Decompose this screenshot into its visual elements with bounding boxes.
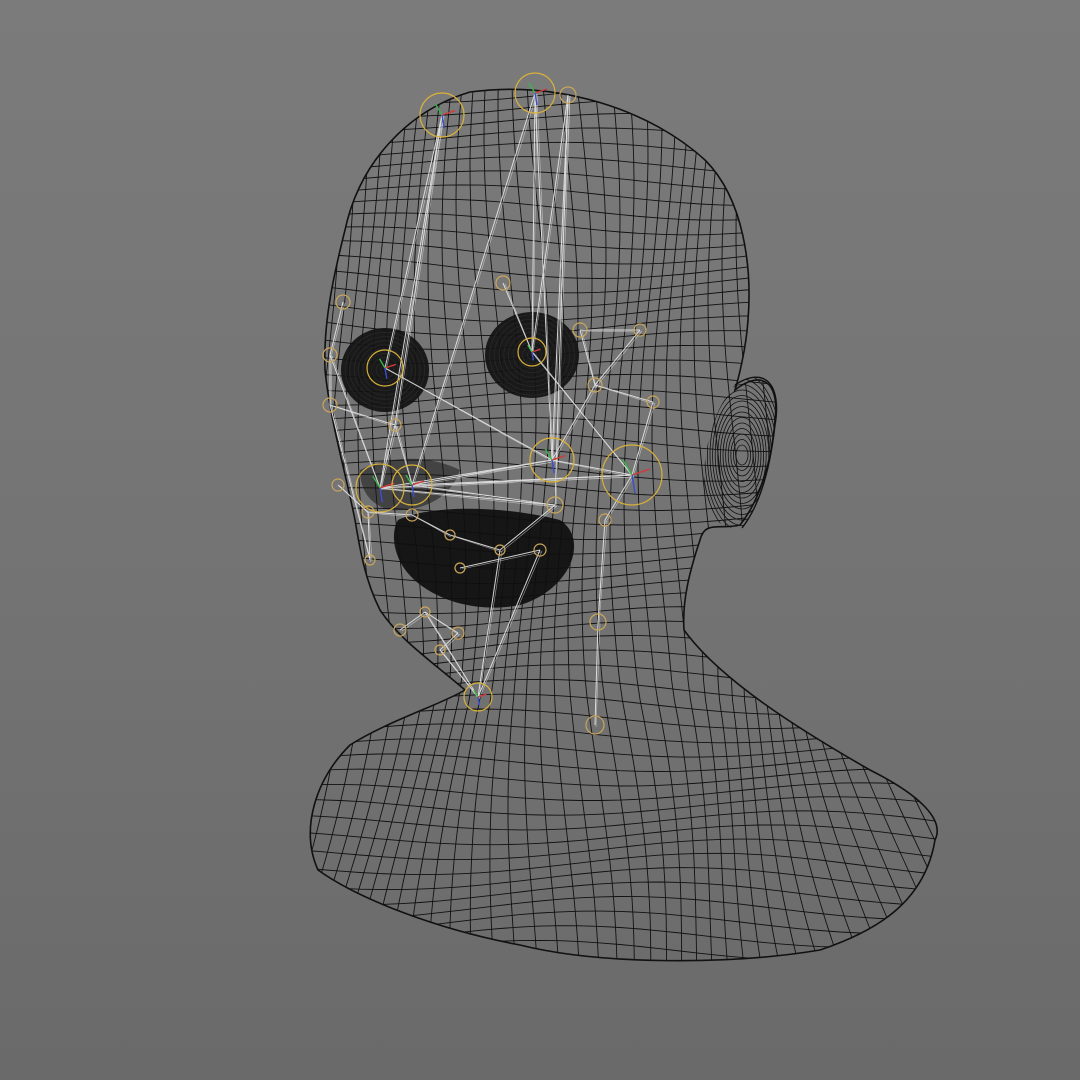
rig-bone[interactable] xyxy=(439,632,459,651)
rig-bone-edge xyxy=(412,93,538,488)
mesh-edge-column xyxy=(651,89,698,961)
mesh-edge-row xyxy=(310,156,938,177)
mesh-edge-row xyxy=(310,768,938,787)
mesh-edge-row xyxy=(310,89,938,104)
mesh-edge-row xyxy=(310,141,938,162)
mesh-edge-row xyxy=(310,635,938,660)
rig-bone[interactable] xyxy=(604,474,633,521)
axis-y-handle xyxy=(528,82,536,94)
mesh-edge-row xyxy=(310,649,938,675)
mesh-edge-column xyxy=(917,89,938,961)
rig-bone[interactable] xyxy=(631,401,654,476)
rig-bone-edge xyxy=(536,93,554,463)
ear-mesh-ring xyxy=(727,428,757,482)
mesh-edge-column xyxy=(946,80,1080,980)
mesh-edge-row xyxy=(310,210,938,236)
rig-bone-edge xyxy=(596,385,655,405)
ear-mesh-ring xyxy=(709,389,775,521)
rig-bone-edge xyxy=(595,330,643,388)
mesh-edge-column xyxy=(310,89,327,961)
rig-bone-edge xyxy=(598,520,608,625)
ear-mesh-ring xyxy=(712,395,772,515)
mesh-edge-column xyxy=(931,89,938,961)
3d-viewport[interactable] xyxy=(0,0,1080,1080)
mesh-edge-row xyxy=(310,954,938,961)
mesh-edge-column xyxy=(889,89,938,961)
rig-bone-edge xyxy=(426,612,460,636)
rig-bone[interactable] xyxy=(594,329,641,386)
mesh-edge-column xyxy=(609,89,652,961)
mesh-edge-column xyxy=(861,89,938,961)
mesh-edge-column xyxy=(833,89,938,961)
mesh-edge-column xyxy=(903,89,938,961)
mesh-edge-column xyxy=(310,89,369,961)
mesh-edge-row xyxy=(310,563,938,585)
mesh-edge-row xyxy=(310,910,938,936)
mesh-edge-row xyxy=(310,896,938,921)
rig-bone-edge xyxy=(553,460,634,478)
rig-bone[interactable] xyxy=(384,114,443,369)
ear-mesh-ring xyxy=(730,433,754,477)
head-wireframe-mesh[interactable] xyxy=(221,70,1080,980)
mesh-edge-column xyxy=(749,89,825,961)
mesh-edge-row xyxy=(310,925,938,951)
rig-bone-edge xyxy=(330,355,333,408)
rig-bone[interactable] xyxy=(594,384,654,403)
mesh-edge-column xyxy=(763,89,847,961)
rig-bone-edge xyxy=(426,612,480,700)
mesh-edge-column xyxy=(310,89,313,961)
rig-bone[interactable] xyxy=(329,301,344,356)
ear-mesh-ring xyxy=(735,444,749,466)
mesh-edge-row xyxy=(310,224,938,250)
ear-mesh-ring xyxy=(717,406,767,504)
mesh-edge-row xyxy=(310,753,938,772)
mesh-edge-row xyxy=(310,678,938,703)
rig-bone-edge xyxy=(552,95,571,463)
viewport-scene[interactable] xyxy=(0,0,1080,1080)
mesh-edge-column xyxy=(581,89,618,961)
ear-mesh-ring xyxy=(720,411,765,499)
mesh-edge-row xyxy=(310,127,938,147)
mesh-edge-row xyxy=(310,196,938,221)
mesh-edge-column xyxy=(735,89,804,961)
mouth-cavity xyxy=(393,508,575,608)
mesh-edge-column xyxy=(847,89,938,961)
mesh-edge-column xyxy=(777,89,869,961)
mesh-edge-row xyxy=(310,810,938,831)
axis-z-handle xyxy=(631,474,636,494)
mesh-edge-column xyxy=(310,89,355,961)
mesh-edge-row xyxy=(310,693,938,715)
rig-bone[interactable] xyxy=(597,519,606,623)
mesh-edge-row xyxy=(310,577,938,600)
mesh-edge-row xyxy=(300,70,960,89)
mesh-edge-column xyxy=(567,89,600,961)
mesh-edge-row xyxy=(310,113,938,131)
mesh-edge-row xyxy=(310,664,938,690)
mesh-edge-column xyxy=(310,89,341,961)
